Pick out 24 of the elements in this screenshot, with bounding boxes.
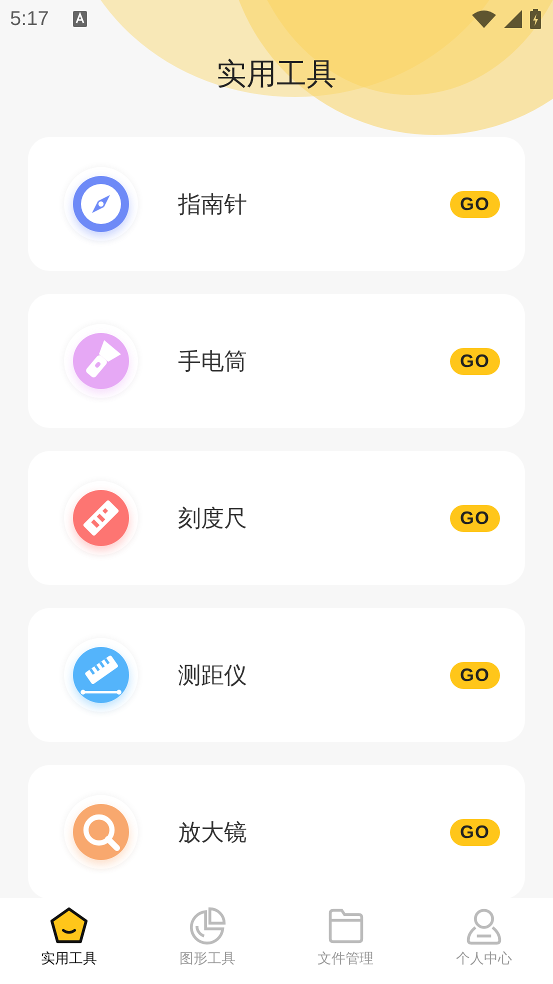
battery-charging-icon	[530, 9, 541, 29]
signal-icon	[504, 10, 522, 28]
tool-card[interactable]: 指南针 GO	[28, 137, 525, 271]
tool-name: 测距仪	[178, 662, 248, 690]
go-button[interactable]: GO	[450, 190, 500, 218]
tool-card[interactable]: 刻度尺 GO	[28, 451, 525, 585]
go-button[interactable]: GO	[450, 348, 500, 374]
page-title: 实用工具	[216, 56, 336, 94]
tool-name: 刻度尺	[178, 504, 248, 534]
tool-card[interactable]: 测距仪 GO	[28, 608, 525, 742]
tool-card[interactable]: 手电筒 GO	[28, 294, 525, 428]
tool-name: 放大镜	[178, 818, 248, 848]
wifi-icon	[472, 10, 496, 28]
tool-name: 手电筒	[178, 348, 248, 376]
tool-card[interactable]: 放大镜 GO	[28, 765, 525, 898]
keyboard-a-icon	[72, 11, 87, 27]
pentagon-face-icon	[49, 906, 90, 946]
go-button[interactable]: GO	[450, 818, 500, 846]
tool-name: 指南针	[178, 190, 248, 220]
go-button[interactable]: GO	[450, 504, 500, 532]
go-button[interactable]: GO	[450, 662, 500, 688]
status-time: 5:17	[10, 8, 49, 30]
pie-chart-icon	[187, 906, 228, 946]
nav-tab[interactable]: 实用工具	[0, 898, 138, 984]
